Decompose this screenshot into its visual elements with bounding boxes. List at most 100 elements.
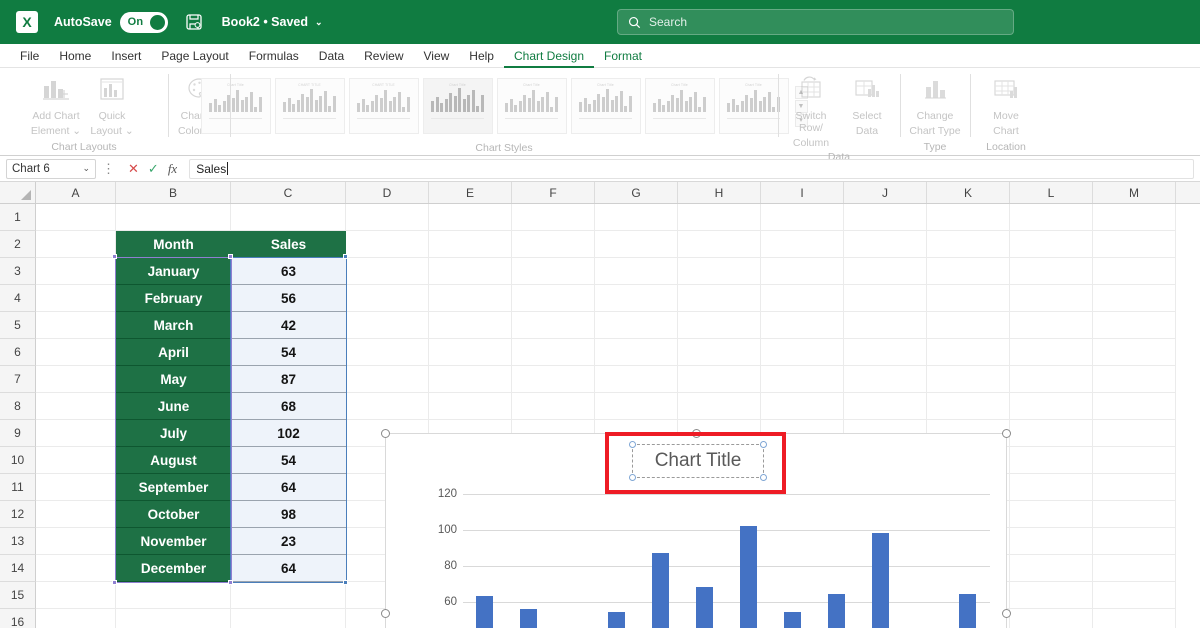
column-header-f[interactable]: F bbox=[512, 182, 595, 203]
row-header-2[interactable]: 2 bbox=[0, 231, 36, 258]
formula-input[interactable]: Sales bbox=[189, 158, 1194, 179]
tab-chart-design[interactable]: Chart Design bbox=[503, 44, 595, 68]
name-box[interactable]: Chart 6 ⌄ bbox=[6, 158, 96, 179]
chart-plot-area[interactable]: 0 20 40 60 80 100 120 bbox=[426, 488, 994, 628]
select-all-corner[interactable] bbox=[0, 182, 36, 203]
cell-c7[interactable]: 87 bbox=[231, 366, 346, 393]
add-chart-element-button[interactable]: Add Chart Element ⌄ bbox=[29, 72, 83, 137]
chart-style-thumbnail[interactable]: CHART TITLE bbox=[274, 78, 345, 134]
switch-row-column-button[interactable]: Switch Row/ Column bbox=[784, 72, 838, 149]
cell-c12[interactable]: 98 bbox=[231, 501, 346, 528]
chart-title-handle[interactable] bbox=[629, 441, 636, 448]
cell-b12[interactable]: October bbox=[116, 501, 231, 528]
cell-b10[interactable]: August bbox=[116, 447, 231, 474]
cell-b7[interactable]: May bbox=[116, 366, 231, 393]
row-header-8[interactable]: 8 bbox=[0, 393, 36, 420]
enter-formula-icon[interactable]: ✓ bbox=[148, 161, 159, 177]
bar-august[interactable] bbox=[783, 612, 801, 628]
column-header-e[interactable]: E bbox=[429, 182, 512, 203]
bar-april[interactable] bbox=[608, 612, 626, 628]
cell-b14[interactable]: December bbox=[116, 555, 231, 582]
chart-object[interactable]: Chart Title 0 20 40 60 80 100 120 bbox=[381, 429, 1011, 628]
column-header-k[interactable]: K bbox=[927, 182, 1010, 203]
chart-title-handle[interactable] bbox=[760, 441, 767, 448]
tab-file[interactable]: File bbox=[10, 44, 49, 68]
cell-c5[interactable]: 42 bbox=[231, 312, 346, 339]
column-header-h[interactable]: H bbox=[678, 182, 761, 203]
chart-resize-handle-top-center[interactable] bbox=[692, 429, 701, 438]
row-header-6[interactable]: 6 bbox=[0, 339, 36, 366]
cell-b6[interactable]: April bbox=[116, 339, 231, 366]
tab-page-layout[interactable]: Page Layout bbox=[151, 44, 238, 68]
column-header-m[interactable]: M bbox=[1093, 182, 1176, 203]
column-header-b[interactable]: B bbox=[116, 182, 231, 203]
chart-title-handle[interactable] bbox=[629, 474, 636, 481]
column-header-a[interactable]: A bbox=[36, 182, 116, 203]
cell-c3[interactable]: 63 bbox=[231, 258, 346, 285]
row-header-3[interactable]: 3 bbox=[0, 258, 36, 285]
bar-june[interactable] bbox=[695, 587, 713, 628]
selection-handle[interactable] bbox=[343, 254, 348, 259]
selection-handle[interactable] bbox=[228, 254, 233, 259]
cell-c6[interactable]: 54 bbox=[231, 339, 346, 366]
cell-b9[interactable]: July bbox=[116, 420, 231, 447]
chart-style-thumbnail[interactable]: Chart Title bbox=[644, 78, 715, 134]
chart-style-thumbnail[interactable]: CHART TITLE bbox=[348, 78, 419, 134]
bar-september[interactable] bbox=[827, 594, 845, 628]
row-header-13[interactable]: 13 bbox=[0, 528, 36, 555]
bar-october[interactable] bbox=[871, 533, 889, 628]
chart-style-thumbnail[interactable]: Chart Title bbox=[570, 78, 641, 134]
row-header-10[interactable]: 10 bbox=[0, 447, 36, 474]
chart-resize-handle-middle-left[interactable] bbox=[381, 609, 390, 618]
search-input[interactable]: Search bbox=[617, 9, 1014, 35]
row-header-14[interactable]: 14 bbox=[0, 555, 36, 582]
cell-b3[interactable]: January bbox=[116, 258, 231, 285]
selection-handle[interactable] bbox=[112, 580, 117, 585]
chart-style-thumbnail[interactable]: Chart Title bbox=[200, 78, 271, 134]
cell-b2[interactable]: Month bbox=[116, 231, 231, 258]
tab-help[interactable]: Help bbox=[459, 44, 504, 68]
cell-c4[interactable]: 56 bbox=[231, 285, 346, 312]
selection-handle[interactable] bbox=[112, 254, 117, 259]
column-header-i[interactable]: I bbox=[761, 182, 844, 203]
cell-b13[interactable]: November bbox=[116, 528, 231, 555]
bar-january[interactable] bbox=[476, 596, 494, 628]
change-chart-type-button[interactable]: Change Chart Type bbox=[908, 72, 962, 137]
chart-title-handle[interactable] bbox=[760, 474, 767, 481]
row-header-11[interactable]: 11 bbox=[0, 474, 36, 501]
bar-july[interactable] bbox=[739, 526, 757, 628]
tab-format[interactable]: Format bbox=[594, 44, 652, 68]
cell-b11[interactable]: September bbox=[116, 474, 231, 501]
cell-c14[interactable]: 64 bbox=[231, 555, 346, 582]
save-to-cloud-icon[interactable] bbox=[184, 12, 204, 32]
worksheet-grid[interactable]: A B C D E F G H I J K L M 1 2 3 4 5 6 7 … bbox=[0, 182, 1200, 628]
cell-c10[interactable]: 54 bbox=[231, 447, 346, 474]
row-header-9[interactable]: 9 bbox=[0, 420, 36, 447]
tab-insert[interactable]: Insert bbox=[101, 44, 151, 68]
chart-styles-gallery[interactable]: Chart Title CHART TITLE CHART TITLE Char… bbox=[197, 72, 812, 140]
cell-b5[interactable]: March bbox=[116, 312, 231, 339]
row-header-5[interactable]: 5 bbox=[0, 312, 36, 339]
formula-bar-overflow-icon[interactable]: ⋮ bbox=[102, 161, 116, 177]
chart-resize-handle-top-left[interactable] bbox=[381, 429, 390, 438]
cell-b8[interactable]: June bbox=[116, 393, 231, 420]
bar-december[interactable] bbox=[959, 594, 977, 628]
autosave-toggle[interactable]: On bbox=[119, 11, 168, 33]
cell-b4[interactable]: February bbox=[116, 285, 231, 312]
row-header-15[interactable]: 15 bbox=[0, 582, 36, 609]
bar-may[interactable] bbox=[652, 553, 670, 628]
cell-c2[interactable]: Sales bbox=[231, 231, 346, 258]
row-header-4[interactable]: 4 bbox=[0, 285, 36, 312]
tab-view[interactable]: View bbox=[414, 44, 460, 68]
selection-handle[interactable] bbox=[343, 580, 348, 585]
cancel-formula-icon[interactable]: ✕ bbox=[128, 161, 139, 177]
tab-data[interactable]: Data bbox=[309, 44, 354, 68]
move-chart-button[interactable]: Move Chart bbox=[979, 72, 1033, 137]
cell-c11[interactable]: 64 bbox=[231, 474, 346, 501]
chart-style-thumbnail[interactable]: Chart Title bbox=[422, 78, 493, 134]
chart-resize-handle-middle-right[interactable] bbox=[1002, 609, 1011, 618]
insert-function-icon[interactable]: fx bbox=[168, 161, 177, 177]
tab-home[interactable]: Home bbox=[49, 44, 101, 68]
column-header-g[interactable]: G bbox=[595, 182, 678, 203]
quick-layout-button[interactable]: Quick Layout ⌄ bbox=[85, 72, 139, 137]
